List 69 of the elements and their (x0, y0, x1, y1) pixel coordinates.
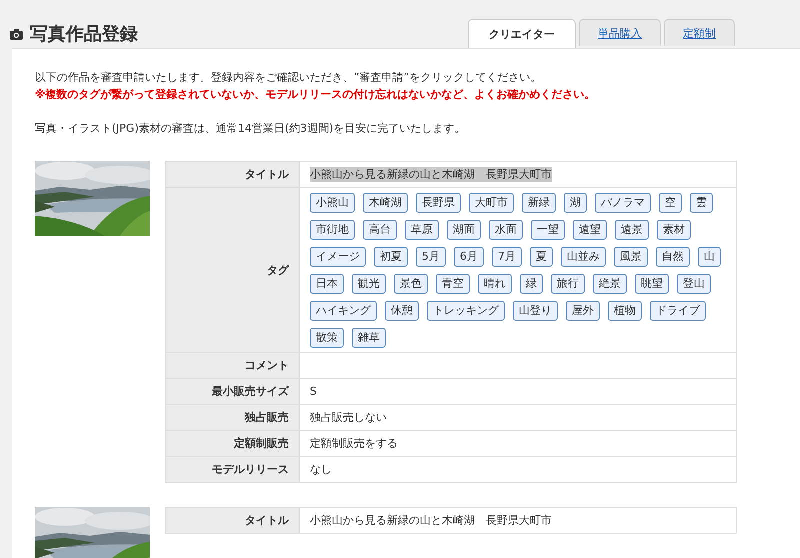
title-value: 小熊山から見る新緑の山と木崎湖 長野県大町市 (310, 513, 552, 528)
row-label: タイトル (166, 508, 300, 534)
tag: 水面 (489, 220, 523, 240)
tag: 一望 (531, 220, 565, 240)
tag: 遠望 (573, 220, 607, 240)
tag: 自然 (656, 247, 690, 267)
tag: 小熊山 (310, 193, 355, 213)
tag: 山並み (561, 247, 606, 267)
tag: 景色 (394, 274, 428, 294)
tag: 草原 (405, 220, 439, 240)
tag: ハイキング (310, 301, 377, 321)
tag: 絶景 (593, 274, 627, 294)
tag: 散策 (310, 328, 344, 348)
tag: パノラマ (595, 193, 651, 213)
tag: 休憩 (385, 301, 419, 321)
title-value: 小熊山から見る新緑の山と木崎湖 長野県大町市 (310, 167, 552, 182)
field-value: S (310, 385, 317, 398)
tag: 植物 (608, 301, 642, 321)
tag: 山登り (513, 301, 558, 321)
tag: 高台 (363, 220, 397, 240)
tab[interactable]: 単品購入 (579, 19, 661, 46)
tag: 素材 (657, 220, 691, 240)
warning-text: ※複数のタグが繋がって登録されていないか、モデルリリースの付け忘れはないかなど、よくお確かめください。 (35, 87, 597, 103)
tag: 木崎湖 (363, 193, 408, 213)
tag: 日本 (310, 274, 344, 294)
tag: 遠景 (615, 220, 649, 240)
page-title: 写真作品登録 (30, 23, 138, 46)
tag: 緑 (520, 274, 543, 294)
tag: 晴れ (478, 274, 512, 294)
field-value: なし (310, 463, 332, 476)
tag: 雑草 (352, 328, 386, 348)
row-label: タグ (166, 188, 300, 352)
tab[interactable]: 定額制 (664, 19, 735, 46)
row-label: モデルリリース (166, 456, 300, 482)
tag: 山 (698, 247, 721, 267)
instruction-text: 以下の作品を審査申請いたします。登録内容をご確認いただき、”審査申請”をクリックしてください。 (35, 70, 542, 86)
tag: 青空 (436, 274, 470, 294)
tag: 市街地 (310, 220, 355, 240)
row-label: 定額制販売 (166, 430, 300, 456)
tab[interactable]: クリエイター (468, 19, 576, 48)
tag: 空 (659, 193, 682, 213)
tag: 登山 (677, 274, 711, 294)
tag: 風景 (614, 247, 648, 267)
tag: 雲 (690, 193, 713, 213)
row-label: 独占販売 (166, 404, 300, 430)
tag: 眺望 (635, 274, 669, 294)
tag: 5月 (416, 247, 446, 267)
tag: 初夏 (374, 247, 408, 267)
tag: 長野県 (416, 193, 461, 213)
tag: 6月 (454, 247, 484, 267)
tag: 湖 (564, 193, 587, 213)
tag: 屋外 (566, 301, 600, 321)
tag: 湖面 (447, 220, 481, 240)
tag: 7月 (492, 247, 522, 267)
review-note: 写真・イラスト(JPG)素材の審査は、通常14営業日(約3週間)を目安に完了いたします。 (35, 121, 467, 137)
row-label: コメント (166, 352, 300, 378)
tag: ドライブ (650, 301, 706, 321)
field-value: 独占販売しない (310, 411, 387, 424)
row-label: タイトル (166, 162, 300, 188)
row-label: 最小販売サイズ (166, 378, 300, 404)
tag: 大町市 (469, 193, 514, 213)
tag: 観光 (352, 274, 386, 294)
tag: トレッキング (427, 301, 505, 321)
camera-icon (10, 28, 23, 40)
tag: 旅行 (551, 274, 585, 294)
tag: 夏 (530, 247, 553, 267)
field-value: 定額制販売をする (310, 437, 398, 450)
tag: 新緑 (522, 193, 556, 213)
tag: イメージ (310, 247, 366, 267)
